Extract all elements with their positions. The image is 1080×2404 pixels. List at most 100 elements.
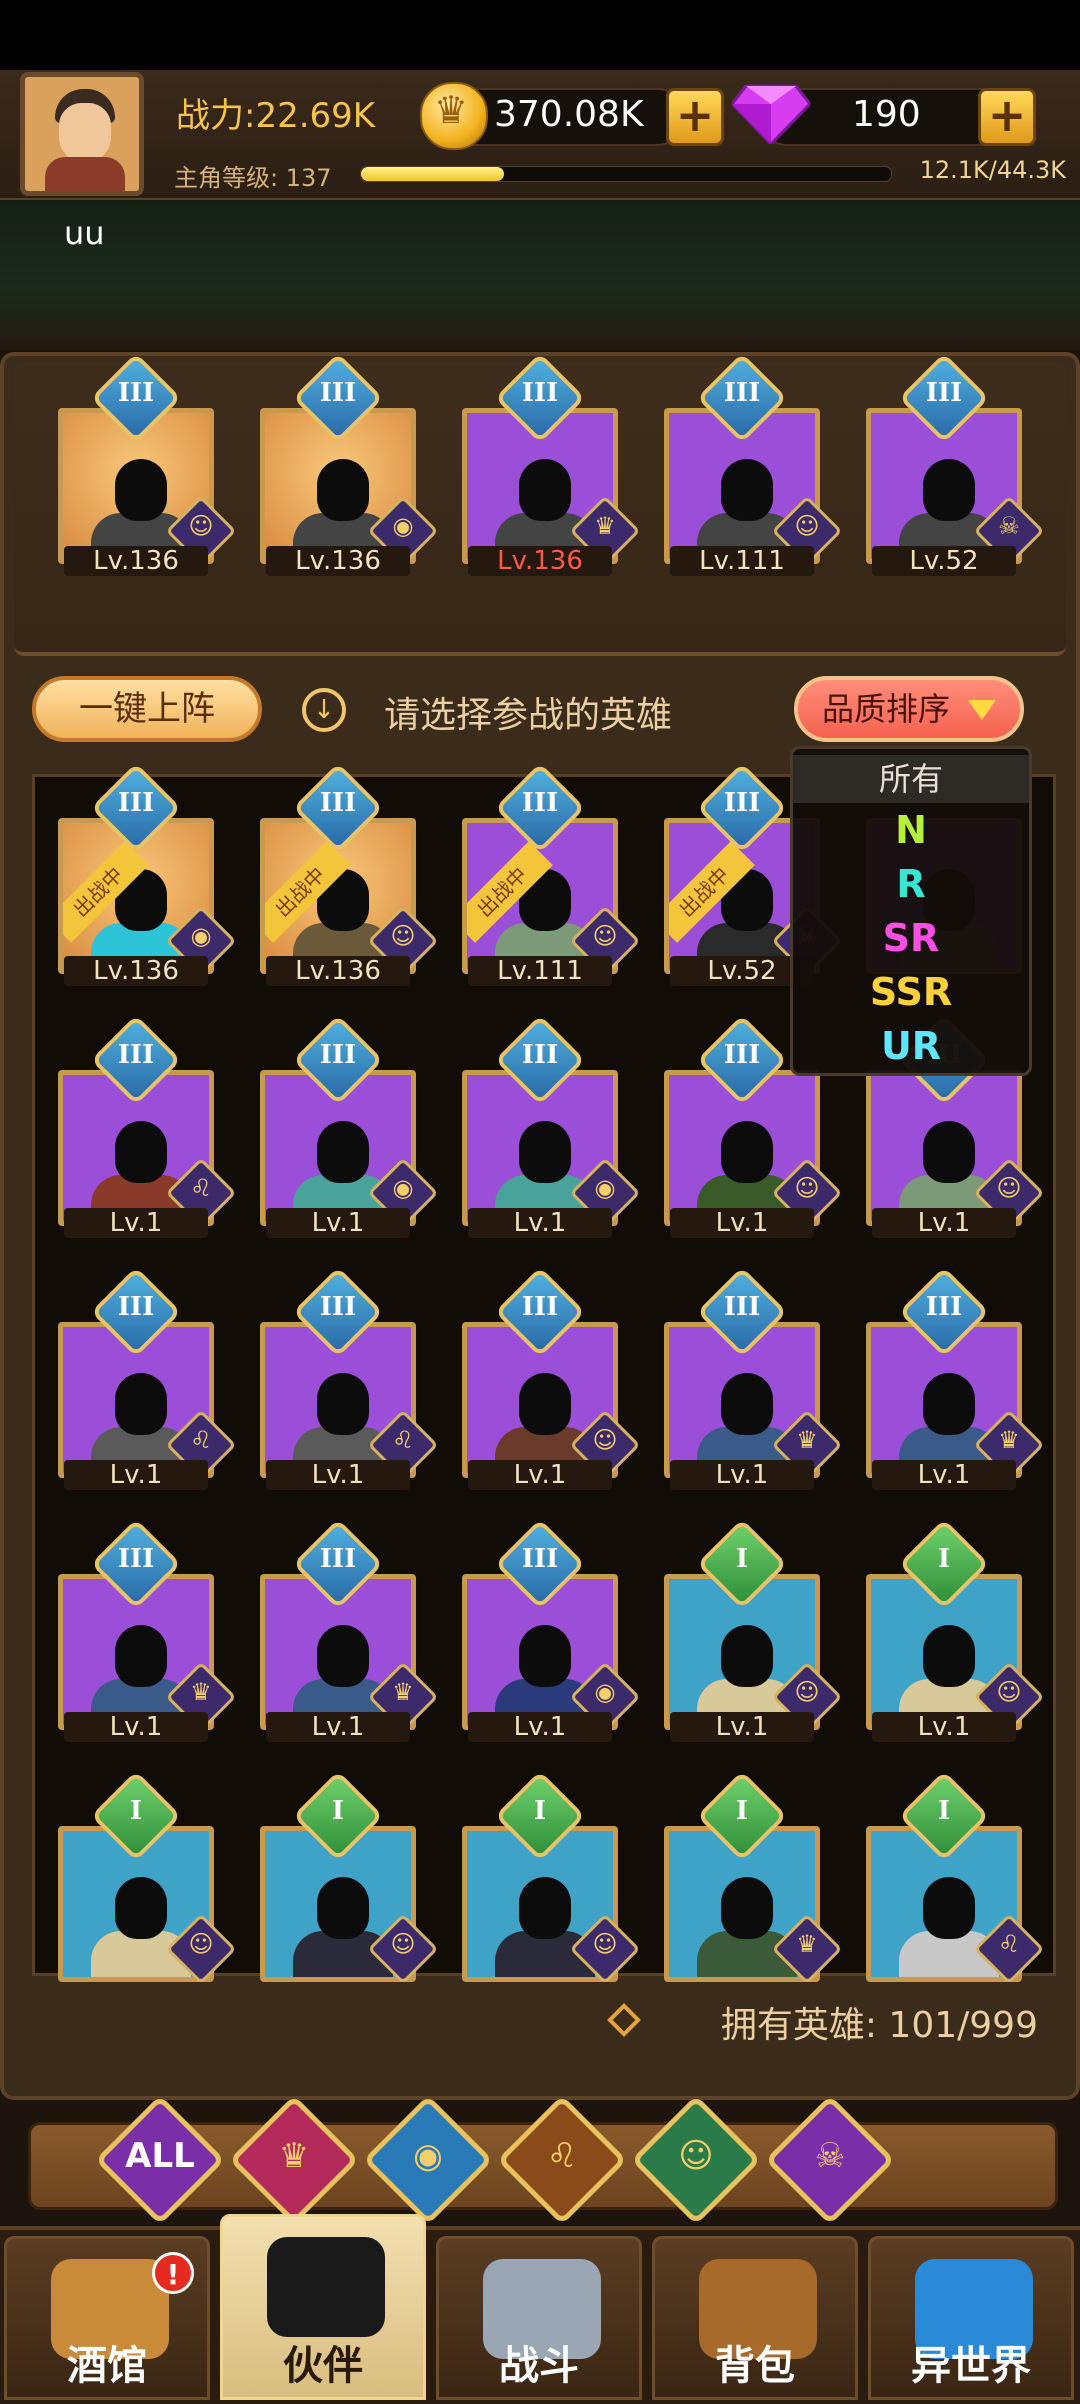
heroes-card[interactable]: 出战中 III ☺ Lv.111	[462, 762, 641, 986]
gold-value: 370.08K	[494, 94, 644, 135]
rank-text: III	[925, 1292, 963, 1322]
quality-option-sr[interactable]: SR	[793, 911, 1029, 965]
heroes-card[interactable]: III ♛ Lv.1	[58, 1518, 237, 1742]
hero-level: Lv.1	[872, 1460, 1016, 1490]
nav-2-button[interactable]: 战斗	[436, 2236, 642, 2400]
class-glyph-icon: ☺	[794, 1174, 820, 1202]
rank-text: III	[319, 788, 357, 818]
rank-text: III	[117, 788, 155, 818]
class-glyph-icon: ☺	[592, 1426, 618, 1454]
coin-icon	[420, 82, 488, 150]
nav-label: 战斗	[499, 2343, 579, 2389]
gem-value: 190	[852, 94, 921, 135]
heroes-card[interactable]: III ♌ Lv.1	[58, 1266, 237, 1490]
hero-level: Lv.1	[468, 1460, 612, 1490]
hero-level: Lv.52	[872, 546, 1016, 576]
quality-option-ur[interactable]: UR	[793, 1019, 1029, 1073]
class-glyph-icon: ♌	[998, 1930, 1020, 1958]
heroes-card[interactable]: I ♌	[866, 1770, 1045, 1988]
class-glyph-icon: ☺	[390, 1930, 416, 1958]
heroes-card[interactable]: III ♛ Lv.1	[866, 1266, 1045, 1490]
nav-label: 异世界	[911, 2343, 1031, 2389]
class-glyph-icon: ☺	[592, 922, 618, 950]
hero-level: Lv.111	[468, 956, 612, 986]
rank-text: III	[723, 378, 761, 408]
team-card[interactable]: III ♛ Lv.136	[462, 352, 641, 576]
team-card[interactable]: III ☺ Lv.136	[58, 352, 237, 576]
hero-level: Lv.1	[64, 1460, 208, 1490]
class-glyph-icon: ♌	[392, 1426, 414, 1454]
faction-icon: ☠	[814, 2136, 846, 2176]
heroes-card[interactable]: I ☺	[462, 1770, 641, 1988]
exp-bar	[360, 166, 892, 182]
player-avatar[interactable]	[20, 72, 144, 196]
hero-level: Lv.1	[872, 1712, 1016, 1742]
player-level: 主角等级: 137	[174, 164, 332, 192]
team-card[interactable]: III ☠ Lv.52	[866, 352, 1045, 576]
username: uu	[64, 214, 105, 252]
heroes-card[interactable]: 出战中 III ◉ Lv.136	[58, 762, 237, 986]
triangle-down-icon	[968, 700, 996, 720]
quality-option-ssr[interactable]: SSR	[793, 965, 1029, 1019]
heroes-card[interactable]: III ♛ Lv.1	[664, 1266, 843, 1490]
rank-text: I	[129, 1796, 143, 1826]
rank-text: III	[521, 1040, 559, 1070]
rank-text: III	[521, 378, 559, 408]
nav-label: 背包	[715, 2343, 795, 2389]
rank-text: III	[319, 1544, 357, 1574]
heroes-card[interactable]: I ☺ Lv.1	[866, 1518, 1045, 1742]
hero-level: Lv.136	[64, 956, 208, 986]
heroes-card[interactable]: III ♛ Lv.1	[260, 1518, 439, 1742]
add-gems-button[interactable]: +	[978, 88, 1036, 146]
select-hero-hint: 请选择参战的英雄	[384, 695, 673, 736]
nav-label: 酒馆	[67, 2343, 147, 2389]
class-glyph-icon: ◉	[392, 1174, 414, 1202]
heroes-card[interactable]: III ◉ Lv.1	[260, 1014, 439, 1238]
heroes-card[interactable]: I ☺	[58, 1770, 237, 1988]
heroes-card[interactable]: III ◉ Lv.1	[462, 1014, 641, 1238]
class-glyph-icon: ☠	[998, 512, 1020, 540]
hero-level: Lv.111	[670, 546, 814, 576]
quality-option-n[interactable]: N	[793, 803, 1029, 857]
add-gold-button[interactable]: +	[666, 88, 724, 146]
class-glyph-icon: ☺	[996, 1678, 1022, 1706]
download-arrow-icon: ↓	[302, 688, 346, 732]
class-glyph-icon: ♛	[796, 1930, 818, 1958]
rank-text: III	[117, 1292, 155, 1322]
heroes-card[interactable]: III ◉ Lv.1	[462, 1518, 641, 1742]
heroes-card[interactable]: I ☺ Lv.1	[664, 1518, 843, 1742]
nav-label: 伙伴	[283, 2343, 363, 2389]
filter-all-label: ALL	[125, 2136, 195, 2176]
hero-level: Lv.1	[872, 1208, 1016, 1238]
rank-text: III	[521, 1292, 559, 1322]
rank-text: I	[937, 1796, 951, 1826]
heroes-card[interactable]: III ♌ Lv.1	[260, 1266, 439, 1490]
team-card[interactable]: III ☺ Lv.111	[664, 352, 843, 576]
heroes-card[interactable]: I ☺	[260, 1770, 439, 1988]
class-glyph-icon: ♌	[190, 1426, 212, 1454]
rank-text: III	[723, 1292, 761, 1322]
team-card[interactable]: III ◉ Lv.136	[260, 352, 439, 576]
class-glyph-icon: ♛	[392, 1678, 414, 1706]
heroes-card[interactable]: I ♛	[664, 1770, 843, 1988]
class-glyph-icon: ♌	[190, 1174, 212, 1202]
hero-level: Lv.1	[64, 1712, 208, 1742]
hero-level: Lv.136	[64, 546, 208, 576]
class-glyph-icon: ♛	[190, 1678, 212, 1706]
exp-text: 12.1K/44.3K	[919, 156, 1066, 184]
quality-option-all[interactable]: 所有	[793, 755, 1029, 803]
heroes-card[interactable]: 出战中 III ☺ Lv.136	[260, 762, 439, 986]
nav-3-button[interactable]: 背包	[652, 2236, 858, 2400]
one-click-deploy-button[interactable]: 一键上阵	[32, 676, 262, 742]
quality-option-r[interactable]: R	[793, 857, 1029, 911]
quality-dropdown: 所有 N R SR SSR UR	[790, 746, 1032, 1076]
nav-1-button[interactable]: 伙伴	[220, 2214, 426, 2400]
scene-background	[0, 200, 1080, 350]
rank-text: III	[319, 1292, 357, 1322]
rank-text: III	[521, 1544, 559, 1574]
nav-4-button[interactable]: 异世界	[868, 2236, 1074, 2400]
class-glyph-icon: ♛	[594, 512, 616, 540]
heroes-card[interactable]: III ☺ Lv.1	[462, 1266, 641, 1490]
heroes-card[interactable]: III ♌ Lv.1	[58, 1014, 237, 1238]
hero-level: Lv.1	[266, 1712, 410, 1742]
